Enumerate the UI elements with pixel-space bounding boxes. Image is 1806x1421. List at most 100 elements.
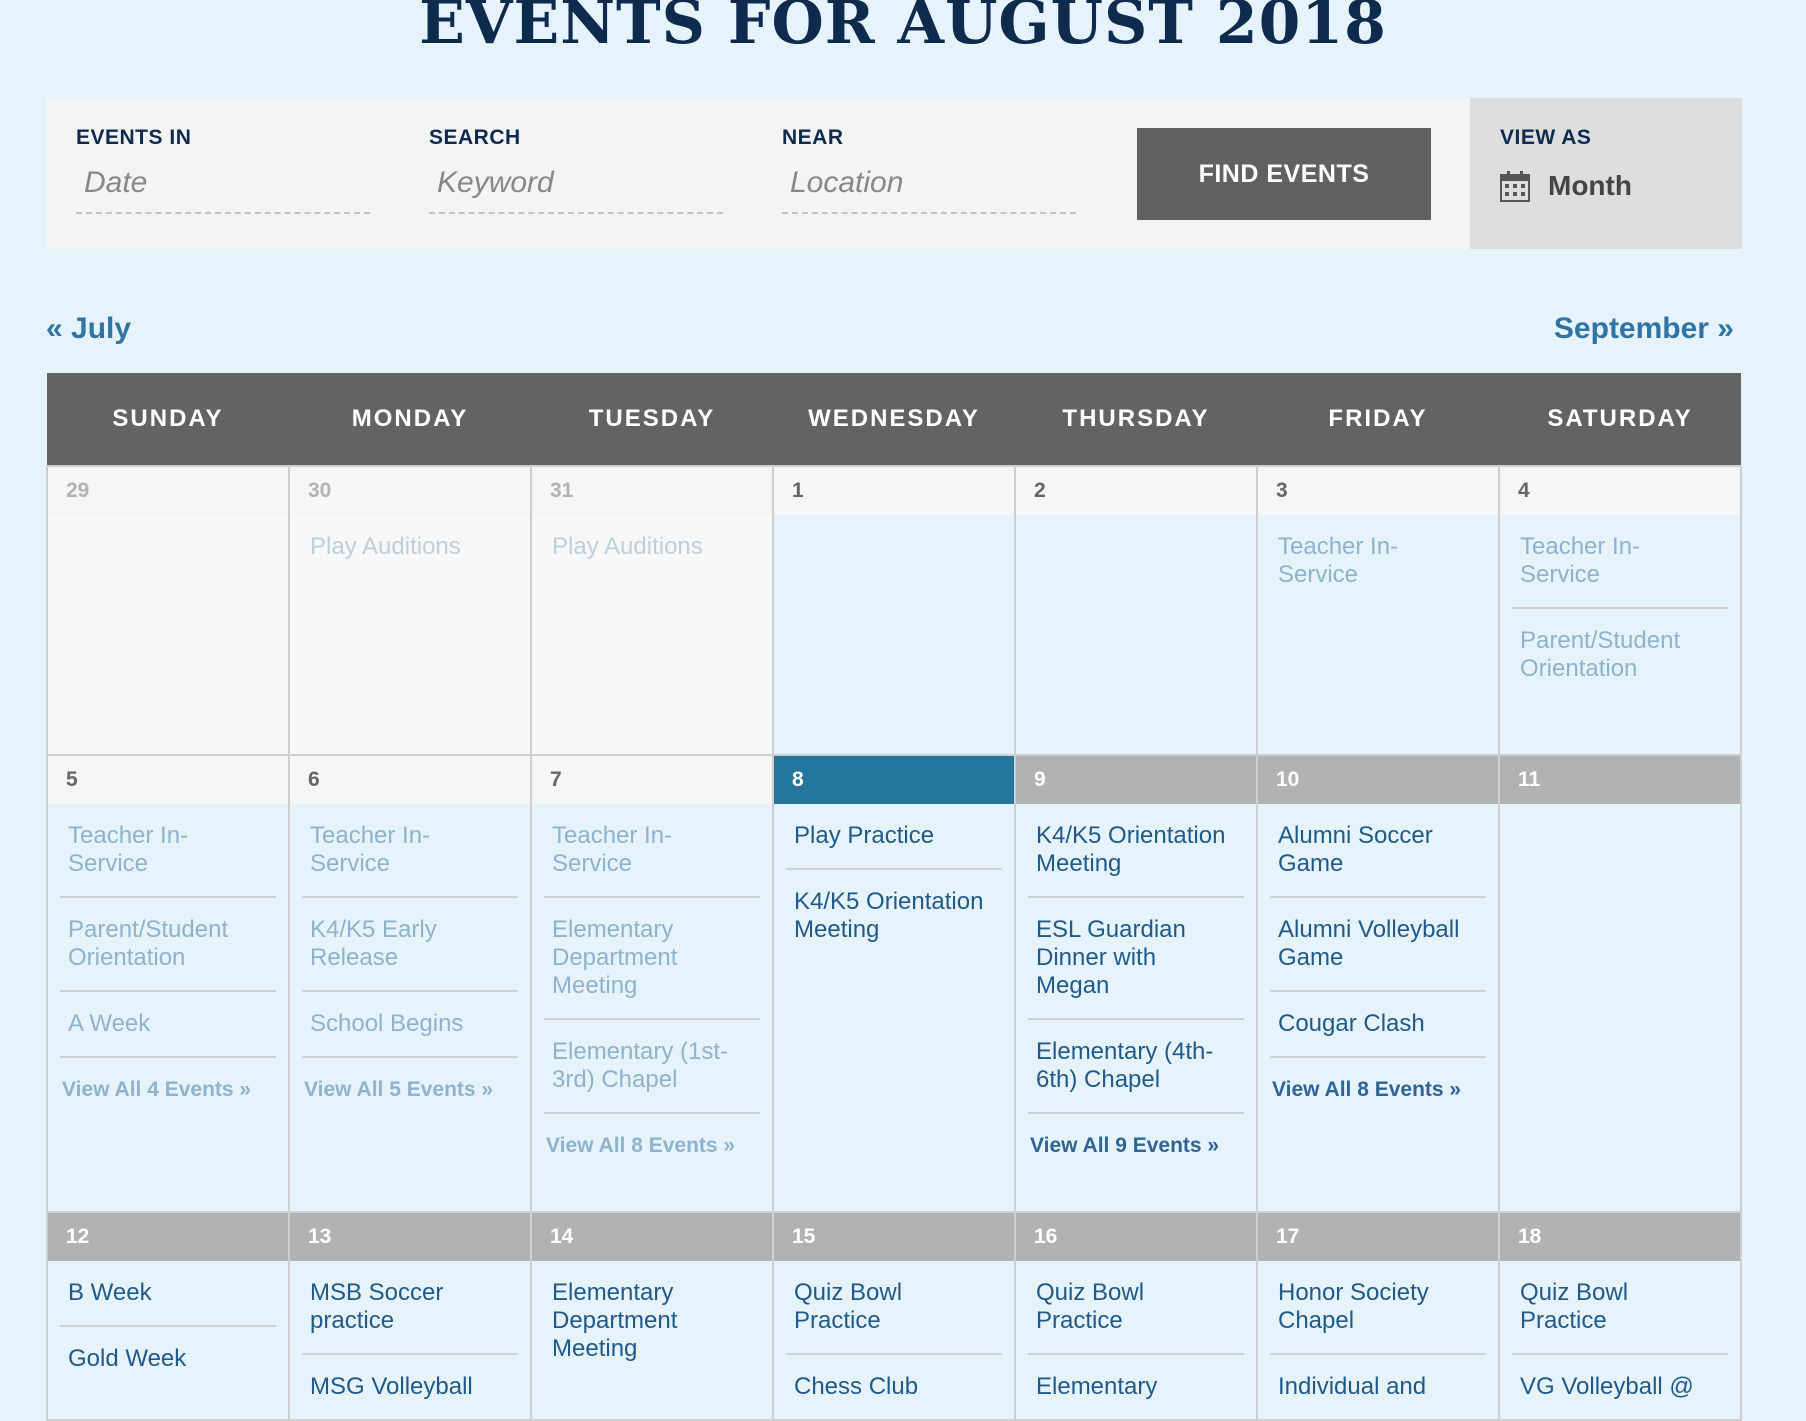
- event-link[interactable]: Quiz Bowl Practice: [786, 1261, 1002, 1355]
- event-link[interactable]: K4/K5 Orientation Meeting: [1028, 804, 1244, 898]
- day-cell: 4 Teacher In-Service Parent/Student Orient…: [1498, 465, 1742, 756]
- day-cell: 5 Teacher In-Service Parent/Student Orient…: [46, 754, 290, 1213]
- event-link[interactable]: Alumni Soccer Game: [1270, 804, 1486, 898]
- event-link[interactable]: Elementary Department Meeting: [544, 1261, 760, 1381]
- event-list: Quiz Bowl Practice Elementary: [1016, 1261, 1256, 1419]
- event-link[interactable]: B Week: [60, 1261, 276, 1327]
- event-link[interactable]: A Week: [60, 992, 276, 1058]
- date-input[interactable]: [76, 162, 370, 214]
- day-cell: 7 Teacher In-Service Elementary Department…: [530, 754, 774, 1213]
- event-link[interactable]: School Begins: [302, 992, 518, 1058]
- day-number[interactable]: 14: [532, 1213, 772, 1261]
- event-link[interactable]: Parent/Student Orientation: [1512, 609, 1728, 701]
- event-list: B Week Gold Week: [48, 1261, 288, 1391]
- day-number[interactable]: 17: [1258, 1213, 1498, 1261]
- event-link[interactable]: Honor Society Chapel: [1270, 1261, 1486, 1355]
- event-link[interactable]: Alumni Volleyball Game: [1270, 898, 1486, 992]
- event-link[interactable]: Quiz Bowl Practice: [1028, 1261, 1244, 1355]
- day-number[interactable]: 30: [290, 467, 530, 515]
- calendar-week-row: 29 30 Play Auditions 31 Play Auditions 1 2 3 Tea…: [46, 465, 1742, 756]
- day-number[interactable]: 7: [532, 756, 772, 804]
- day-number[interactable]: 5: [48, 756, 288, 804]
- day-number[interactable]: 10: [1258, 756, 1498, 804]
- weekday-header-wednesday: WEDNESDAY: [773, 373, 1015, 466]
- day-number[interactable]: 2: [1016, 467, 1256, 515]
- day-number[interactable]: 12: [48, 1213, 288, 1261]
- day-number[interactable]: 8: [774, 756, 1014, 804]
- view-all-item: View All 8 Events »: [1270, 1058, 1486, 1122]
- view-all-item: View All 5 Events »: [302, 1058, 518, 1122]
- event-link[interactable]: Teacher In-Service: [1512, 515, 1728, 609]
- near-field: NEAR: [782, 126, 1076, 214]
- find-events-button[interactable]: FIND EVENTS: [1137, 128, 1431, 220]
- day-number[interactable]: 1: [774, 467, 1014, 515]
- events-in-label: EVENTS IN: [76, 126, 192, 149]
- day-number[interactable]: 3: [1258, 467, 1498, 515]
- day-number[interactable]: 4: [1500, 467, 1740, 515]
- day-cell: 31 Play Auditions: [530, 465, 774, 756]
- day-number[interactable]: 18: [1500, 1213, 1740, 1261]
- event-link[interactable]: Individual and: [1270, 1355, 1486, 1419]
- day-number[interactable]: 13: [290, 1213, 530, 1261]
- day-number[interactable]: 6: [290, 756, 530, 804]
- event-link[interactable]: Parent/Student Orientation: [60, 898, 276, 992]
- event-link[interactable]: VG Volleyball @: [1512, 1355, 1728, 1419]
- event-list: Quiz Bowl Practice VG Volleyball @: [1500, 1261, 1740, 1419]
- day-number[interactable]: 16: [1016, 1213, 1256, 1261]
- event-link[interactable]: Elementary Department Meeting: [544, 898, 760, 1020]
- event-list: Teacher In-Service Parent/Student Orienta…: [48, 804, 288, 1122]
- event-link[interactable]: ESL Guardian Dinner with Megan: [1028, 898, 1244, 1020]
- location-input[interactable]: [782, 162, 1076, 214]
- day-cell: 2: [1014, 465, 1258, 756]
- search-label: SEARCH: [429, 126, 521, 149]
- view-all-events-link[interactable]: View All 9 Events »: [1028, 1114, 1244, 1178]
- day-cell: 9 K4/K5 Orientation Meeting ESL Guardian D…: [1014, 754, 1258, 1213]
- day-cell: 14 Elementary Department Meeting: [530, 1211, 774, 1421]
- event-link[interactable]: Teacher In-Service: [544, 804, 760, 898]
- weekday-header-sunday: SUNDAY: [47, 373, 289, 466]
- event-link[interactable]: Elementary (1st-3rd) Chapel: [544, 1020, 760, 1114]
- calendar-icon: [1500, 171, 1530, 202]
- event-link[interactable]: Chess Club: [786, 1355, 1002, 1419]
- event-link[interactable]: MSB Soccer practice: [302, 1261, 518, 1355]
- day-cell: 6 Teacher In-Service K4/K5 Early Release Sc…: [288, 754, 532, 1213]
- view-all-events-link[interactable]: View All 5 Events »: [302, 1058, 518, 1122]
- day-number[interactable]: 31: [532, 467, 772, 515]
- event-link[interactable]: Teacher In-Service: [302, 804, 518, 898]
- event-list: Teacher In-Service Elementary Department …: [532, 804, 772, 1178]
- event-link[interactable]: Teacher In-Service: [1270, 515, 1486, 607]
- event-link[interactable]: K4/K5 Early Release: [302, 898, 518, 992]
- view-as-month-toggle[interactable]: Month: [1500, 170, 1632, 202]
- view-all-events-link[interactable]: View All 4 Events »: [60, 1058, 276, 1122]
- near-label: NEAR: [782, 126, 844, 149]
- day-number[interactable]: 15: [774, 1213, 1014, 1261]
- view-as-label: VIEW AS: [1500, 126, 1592, 149]
- event-link[interactable]: Elementary (4th-6th) Chapel: [1028, 1020, 1244, 1114]
- event-link[interactable]: Teacher In-Service: [60, 804, 276, 898]
- event-link[interactable]: Play Auditions: [302, 515, 518, 579]
- event-link[interactable]: Quiz Bowl Practice: [1512, 1261, 1728, 1355]
- event-link[interactable]: K4/K5 Orientation Meeting: [786, 870, 1002, 962]
- day-number[interactable]: 11: [1500, 756, 1740, 804]
- event-link[interactable]: Cougar Clash: [1270, 992, 1486, 1058]
- prev-month-link[interactable]: « July: [46, 312, 131, 346]
- event-link[interactable]: Gold Week: [60, 1327, 276, 1391]
- day-cell: 30 Play Auditions: [288, 465, 532, 756]
- keyword-input[interactable]: [429, 162, 723, 214]
- event-list: Honor Society Chapel Individual and: [1258, 1261, 1498, 1419]
- search-field: SEARCH: [429, 126, 723, 214]
- event-list: Elementary Department Meeting: [532, 1261, 772, 1381]
- event-list: Play Practice K4/K5 Orientation Meeting: [774, 804, 1014, 962]
- event-link[interactable]: Play Auditions: [544, 515, 760, 579]
- calendar-week-row: 5 Teacher In-Service Parent/Student Orient…: [46, 754, 1742, 1213]
- next-month-link[interactable]: September »: [1554, 312, 1734, 346]
- event-link[interactable]: MSG Volleyball: [302, 1355, 518, 1419]
- view-all-events-link[interactable]: View All 8 Events »: [544, 1114, 760, 1178]
- day-number[interactable]: 29: [48, 467, 288, 515]
- day-number[interactable]: 9: [1016, 756, 1256, 804]
- events-in-field: EVENTS IN: [76, 126, 370, 214]
- view-all-events-link[interactable]: View All 8 Events »: [1270, 1058, 1486, 1122]
- event-link[interactable]: Elementary: [1028, 1355, 1244, 1419]
- weekday-header-tuesday: TUESDAY: [531, 373, 773, 466]
- event-link[interactable]: Play Practice: [786, 804, 1002, 870]
